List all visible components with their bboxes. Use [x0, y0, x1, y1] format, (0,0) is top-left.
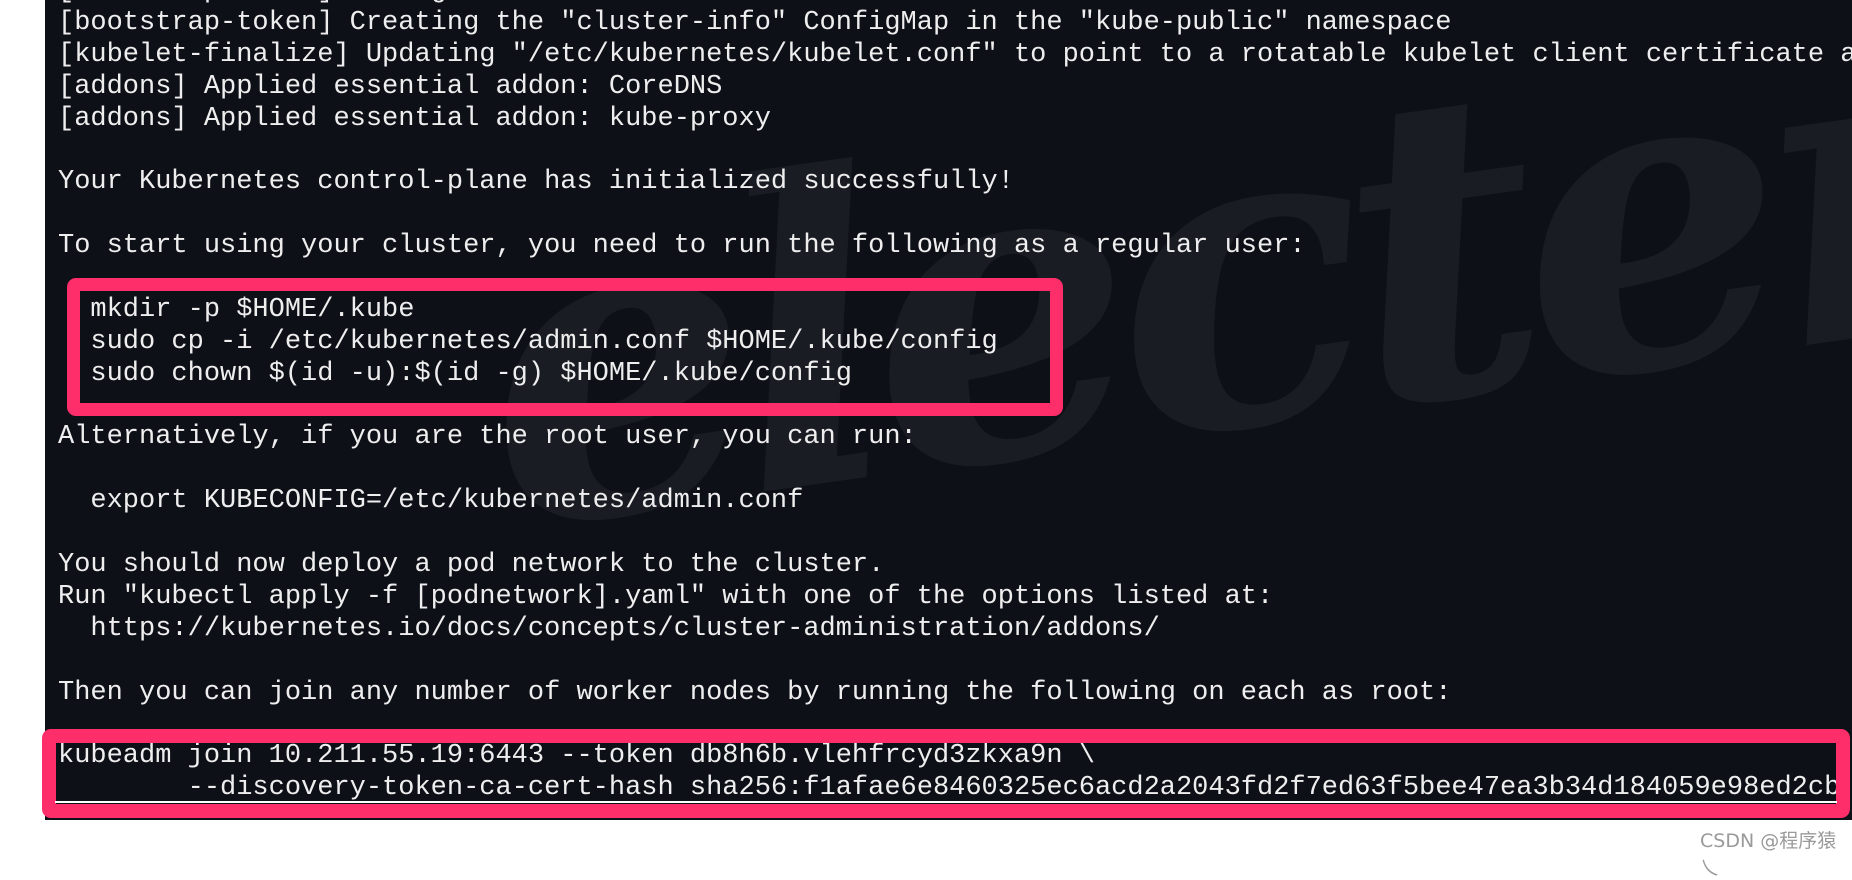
terminal-line: Then you can join any number of worker n…: [58, 677, 1452, 708]
terminal-line: https://kubernetes.io/docs/concepts/clus…: [58, 613, 1160, 644]
terminal-line: [addons] Applied essential addon: CoreDN…: [58, 71, 723, 102]
terminal-line: Alternatively, if you are the root user,…: [58, 422, 917, 453]
terminal-line: Run "kubectl apply -f [podnetwork].yaml"…: [58, 581, 1274, 612]
terminal-line: [addons] Applied essential addon: kube-p…: [58, 103, 771, 134]
highlight-box-kubeconfig-commands: [67, 278, 1063, 416]
terminal-line: Your Kubernetes control-plane has initia…: [58, 167, 1014, 198]
csdn-credit-watermark: CSDN @程序猿乀: [1700, 830, 1837, 879]
terminal-line: export KUBECONFIG=/etc/kubernetes/admin.…: [58, 486, 804, 517]
terminal-line: [bootstrap-token] configured RBAC rules …: [58, 0, 1852, 8]
terminal-line: To start using your cluster, you need to…: [58, 231, 1306, 262]
selection-underline: [55, 801, 1837, 803]
terminal-line: You should now deploy a pod network to t…: [58, 550, 885, 581]
terminal-line: [kubelet-finalize] Updating "/etc/kubern…: [58, 39, 1852, 70]
terminal-line: [bootstrap-token] Creating the "cluster-…: [58, 7, 1452, 38]
highlight-box-join-command: [42, 729, 1850, 818]
